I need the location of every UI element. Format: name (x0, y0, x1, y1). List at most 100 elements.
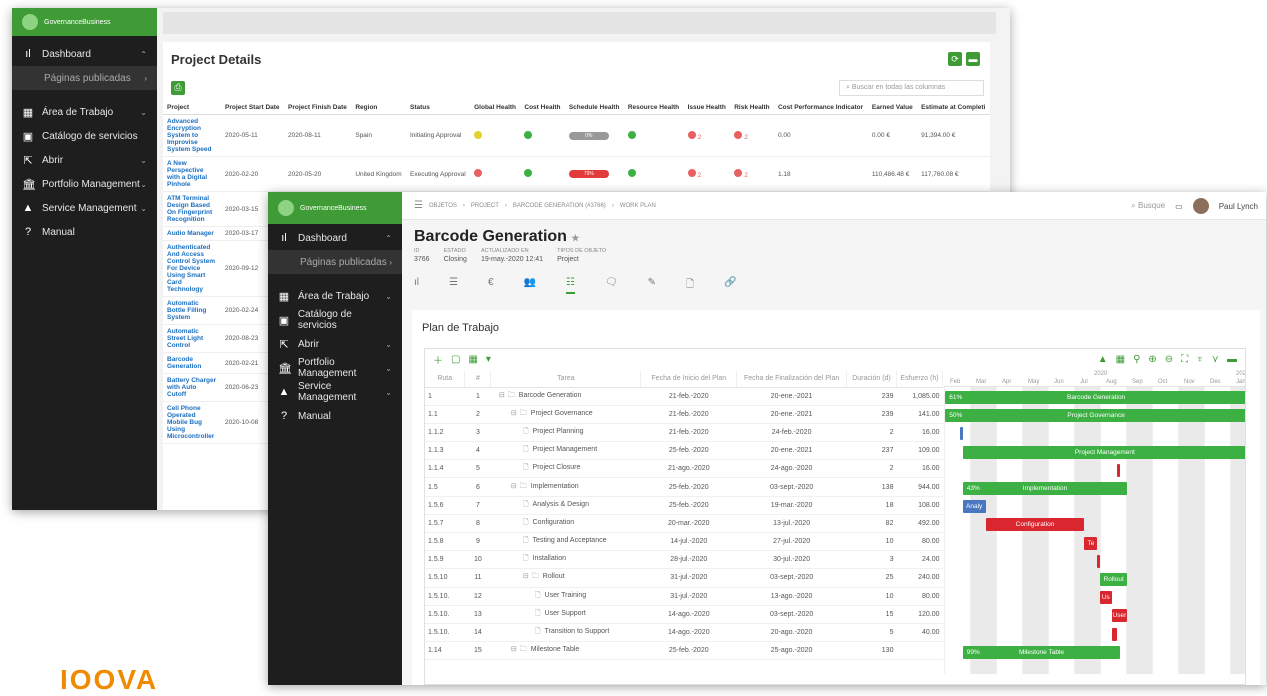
sidebar-item-dashboard[interactable]: ıl Dashboard ⌃ (268, 226, 402, 250)
sidebar-item-abrir[interactable]: ⇱ Abrir ⌄ (12, 148, 157, 172)
breadcrumb-item[interactable]: BARCODE GENERATION (#3766) (513, 203, 606, 209)
star-icon[interactable]: ★ (571, 233, 579, 243)
task-row[interactable]: 1.5.8 9 🗋 Testing and Acceptance 14-jul.-202… (425, 532, 943, 552)
gantt-bar[interactable] (1116, 463, 1121, 477)
tab-euro-icon[interactable]: € (488, 277, 494, 294)
grid-icon[interactable]: ▦ (1116, 354, 1125, 365)
column-header[interactable]: Earned Value (867, 101, 918, 115)
task-name-cell[interactable]: 🗋 Project Planning (490, 423, 641, 443)
gantt-bar[interactable] (1111, 627, 1117, 641)
sidebar-item-abrir[interactable]: ⇱ Abrir ⌄ (268, 332, 402, 356)
gantt-bar[interactable]: Configuration (985, 518, 1085, 532)
project-link[interactable]: Battery Charger with Auto Cutoff (163, 373, 221, 402)
task-row[interactable]: 1.1.3 4 🗋 Project Management 25-feb.-2020 20-… (425, 441, 943, 461)
breadcrumb-item[interactable]: OBJETOS (429, 203, 457, 209)
task-name-cell[interactable]: 🗋 Installation (490, 550, 641, 570)
sidebar-item-p-ginas-publicadas[interactable]: Páginas publicadas › (268, 250, 402, 274)
tab-workplan-icon[interactable]: ☷ (565, 277, 575, 294)
user-name[interactable]: Paul Lynch (1219, 202, 1258, 211)
task-name-cell[interactable]: 🗋 Project Management (490, 441, 641, 461)
task-row[interactable]: 1.1.4 5 🗋 Project Closure 21-ago.-2020 24-ago… (425, 459, 943, 479)
tab-list-icon[interactable]: ☰ (449, 277, 458, 294)
task-row[interactable]: 1.5.7 8 🗋 Configuration 20-mar.-2020 13-jul.-… (425, 514, 943, 534)
project-link[interactable]: Advanced Encryption System to Improvise … (163, 114, 221, 157)
sidebar-item-p-ginas-publicadas[interactable]: Páginas publicadas › (12, 66, 157, 90)
column-header[interactable]: Risk Health (730, 101, 774, 115)
sidebar-item-manual[interactable]: ? Manual (12, 220, 157, 244)
task-name-cell[interactable]: 🗋 Analysis & Design (490, 496, 641, 515)
task-row[interactable]: 1.5 6 ⊟ 🗀 Implementation 25-feb.-2020 03-sept.… (425, 477, 943, 497)
tab-edit-icon[interactable]: ✎ (648, 277, 656, 294)
project-link[interactable]: ATM Terminal Design Based On Fingerprint… (163, 191, 221, 227)
column-header[interactable]: Global Health (470, 101, 521, 115)
project-link[interactable]: Authenticated And Access Control System … (163, 240, 221, 297)
task-row[interactable]: 1.5.9 10 🗋 Installation 28-jul.-2020 30-jul.-… (425, 550, 943, 570)
task-name-cell[interactable]: 🗋 Project Closure (490, 459, 641, 479)
task-name-cell[interactable]: 🗋 Configuration (490, 514, 641, 534)
column-header[interactable]: Ruta (425, 371, 466, 388)
sidebar-item-dashboard[interactable]: ıl Dashboard ⌃ (12, 42, 157, 66)
task-name-cell[interactable]: ⊟ 🗀 Milestone Table (490, 641, 641, 661)
column-header[interactable]: Region (351, 101, 406, 115)
collapse-icon[interactable]: ⊟ (511, 410, 517, 417)
sidebar-item--rea-de-trabajo[interactable]: ▦ Área de Trabajo ⌄ (12, 100, 157, 124)
task-name-cell[interactable]: 🗋 Transition to Support (490, 623, 641, 643)
pin-icon[interactable]: ⚲ (1133, 354, 1140, 365)
tab-chart-icon[interactable]: ıl (414, 277, 419, 294)
columns-icon[interactable]: ▦ (468, 354, 477, 365)
project-link[interactable]: Audio Manager (163, 226, 221, 241)
collapse-icon[interactable]: ⊟ (511, 646, 517, 653)
gantt-bar[interactable]: Te (1084, 536, 1098, 550)
sidebar-item-portfolio-management[interactable]: 🏛 Portfolio Management ⌄ (12, 172, 157, 196)
sidebar-item-manual[interactable]: ? Manual (268, 404, 402, 428)
breadcrumb-item[interactable]: PROJECT (471, 203, 499, 209)
column-header[interactable]: Fecha de Inicio del Plan (640, 371, 738, 388)
column-header[interactable]: Estimate at Completi (917, 101, 990, 115)
column-header[interactable]: Project Finish Date (284, 101, 352, 115)
gantt-bar[interactable]: Us (1100, 591, 1112, 605)
task-row[interactable]: 1.5.6 7 🗋 Analysis & Design 25-feb.-2020 19-m… (425, 496, 943, 515)
gantt-bar[interactable]: Rollout (1100, 573, 1128, 586)
tab-doc-icon[interactable]: 🗋 (686, 277, 694, 294)
refresh-button[interactable]: ⟳ (948, 52, 962, 66)
task-row[interactable]: 1.1.2 3 🗋 Project Planning 21-feb.-2020 24-fe… (425, 423, 943, 443)
sidebar-item--rea-de-trabajo[interactable]: ▦ Área de Trabajo ⌄ (268, 284, 402, 308)
zoom-out-icon[interactable]: ⊖ (1165, 354, 1173, 365)
project-link[interactable]: Barcode Generation (163, 352, 221, 374)
column-header[interactable]: # (464, 371, 492, 388)
collapse-icon[interactable]: ⊟ (499, 392, 505, 399)
column-header[interactable]: Duración (d) (846, 371, 897, 388)
task-name-cell[interactable]: 🗋 User Support (490, 605, 641, 624)
column-header[interactable]: Cost Performance Indicator (773, 101, 868, 115)
tree-icon[interactable]: ♆ (1196, 354, 1204, 365)
task-name-cell[interactable]: ⊟ 🗀 Rollout (490, 568, 641, 588)
sidebar-item-service-management[interactable]: ▲ Service Management ⌄ (12, 196, 157, 220)
save-button[interactable]: ▬ (966, 52, 980, 66)
task-row[interactable]: 1.14 15 ⊟ 🗀 Milestone Table 25-feb.-2020 25-ag… (425, 641, 943, 661)
column-header[interactable]: Resource Health (623, 101, 684, 115)
chat-icon[interactable]: ▭ (1175, 202, 1183, 211)
avatar[interactable] (1192, 198, 1209, 214)
gantt-bar[interactable]: Analy (962, 500, 986, 514)
task-row[interactable]: 1.5.10. 12 🗋 User Training 31-jul.-2020 13-ag… (425, 587, 943, 606)
column-header[interactable]: Status (406, 101, 471, 115)
column-header[interactable]: Cost Health (520, 101, 565, 115)
task-name-cell[interactable]: ⊟ 🗀 Project Governance (490, 405, 641, 424)
zoom-in-icon[interactable]: ⊕ (1148, 354, 1156, 365)
task-row[interactable]: 1.5.10. 14 🗋 Transition to Support 14-ago.-2… (425, 623, 943, 643)
breadcrumb-item[interactable]: WORK PLAN (620, 203, 656, 209)
column-header[interactable]: Fecha de Finalización del Plan (736, 371, 848, 388)
dropdown-icon[interactable]: ▾ (486, 354, 491, 365)
collapse-icon[interactable]: ⊟ (511, 483, 517, 490)
gantt-bar[interactable]: 50% Project Governance (945, 409, 1245, 423)
column-header[interactable]: Project Start Date (221, 101, 284, 115)
task-name-cell[interactable]: 🗋 User Training (490, 587, 641, 606)
add-icon[interactable]: ＋ (433, 352, 443, 367)
column-header[interactable]: Schedule Health (564, 101, 624, 115)
column-header[interactable]: Project (163, 101, 221, 115)
gantt-bar[interactable] (1097, 554, 1101, 568)
tab-people-icon[interactable]: 👥 (524, 277, 536, 294)
warning-icon[interactable]: ▲ (1098, 354, 1108, 365)
tab-comments-icon[interactable]: 🗨 (605, 277, 618, 294)
network-icon[interactable]: ⋎ (1212, 354, 1219, 365)
